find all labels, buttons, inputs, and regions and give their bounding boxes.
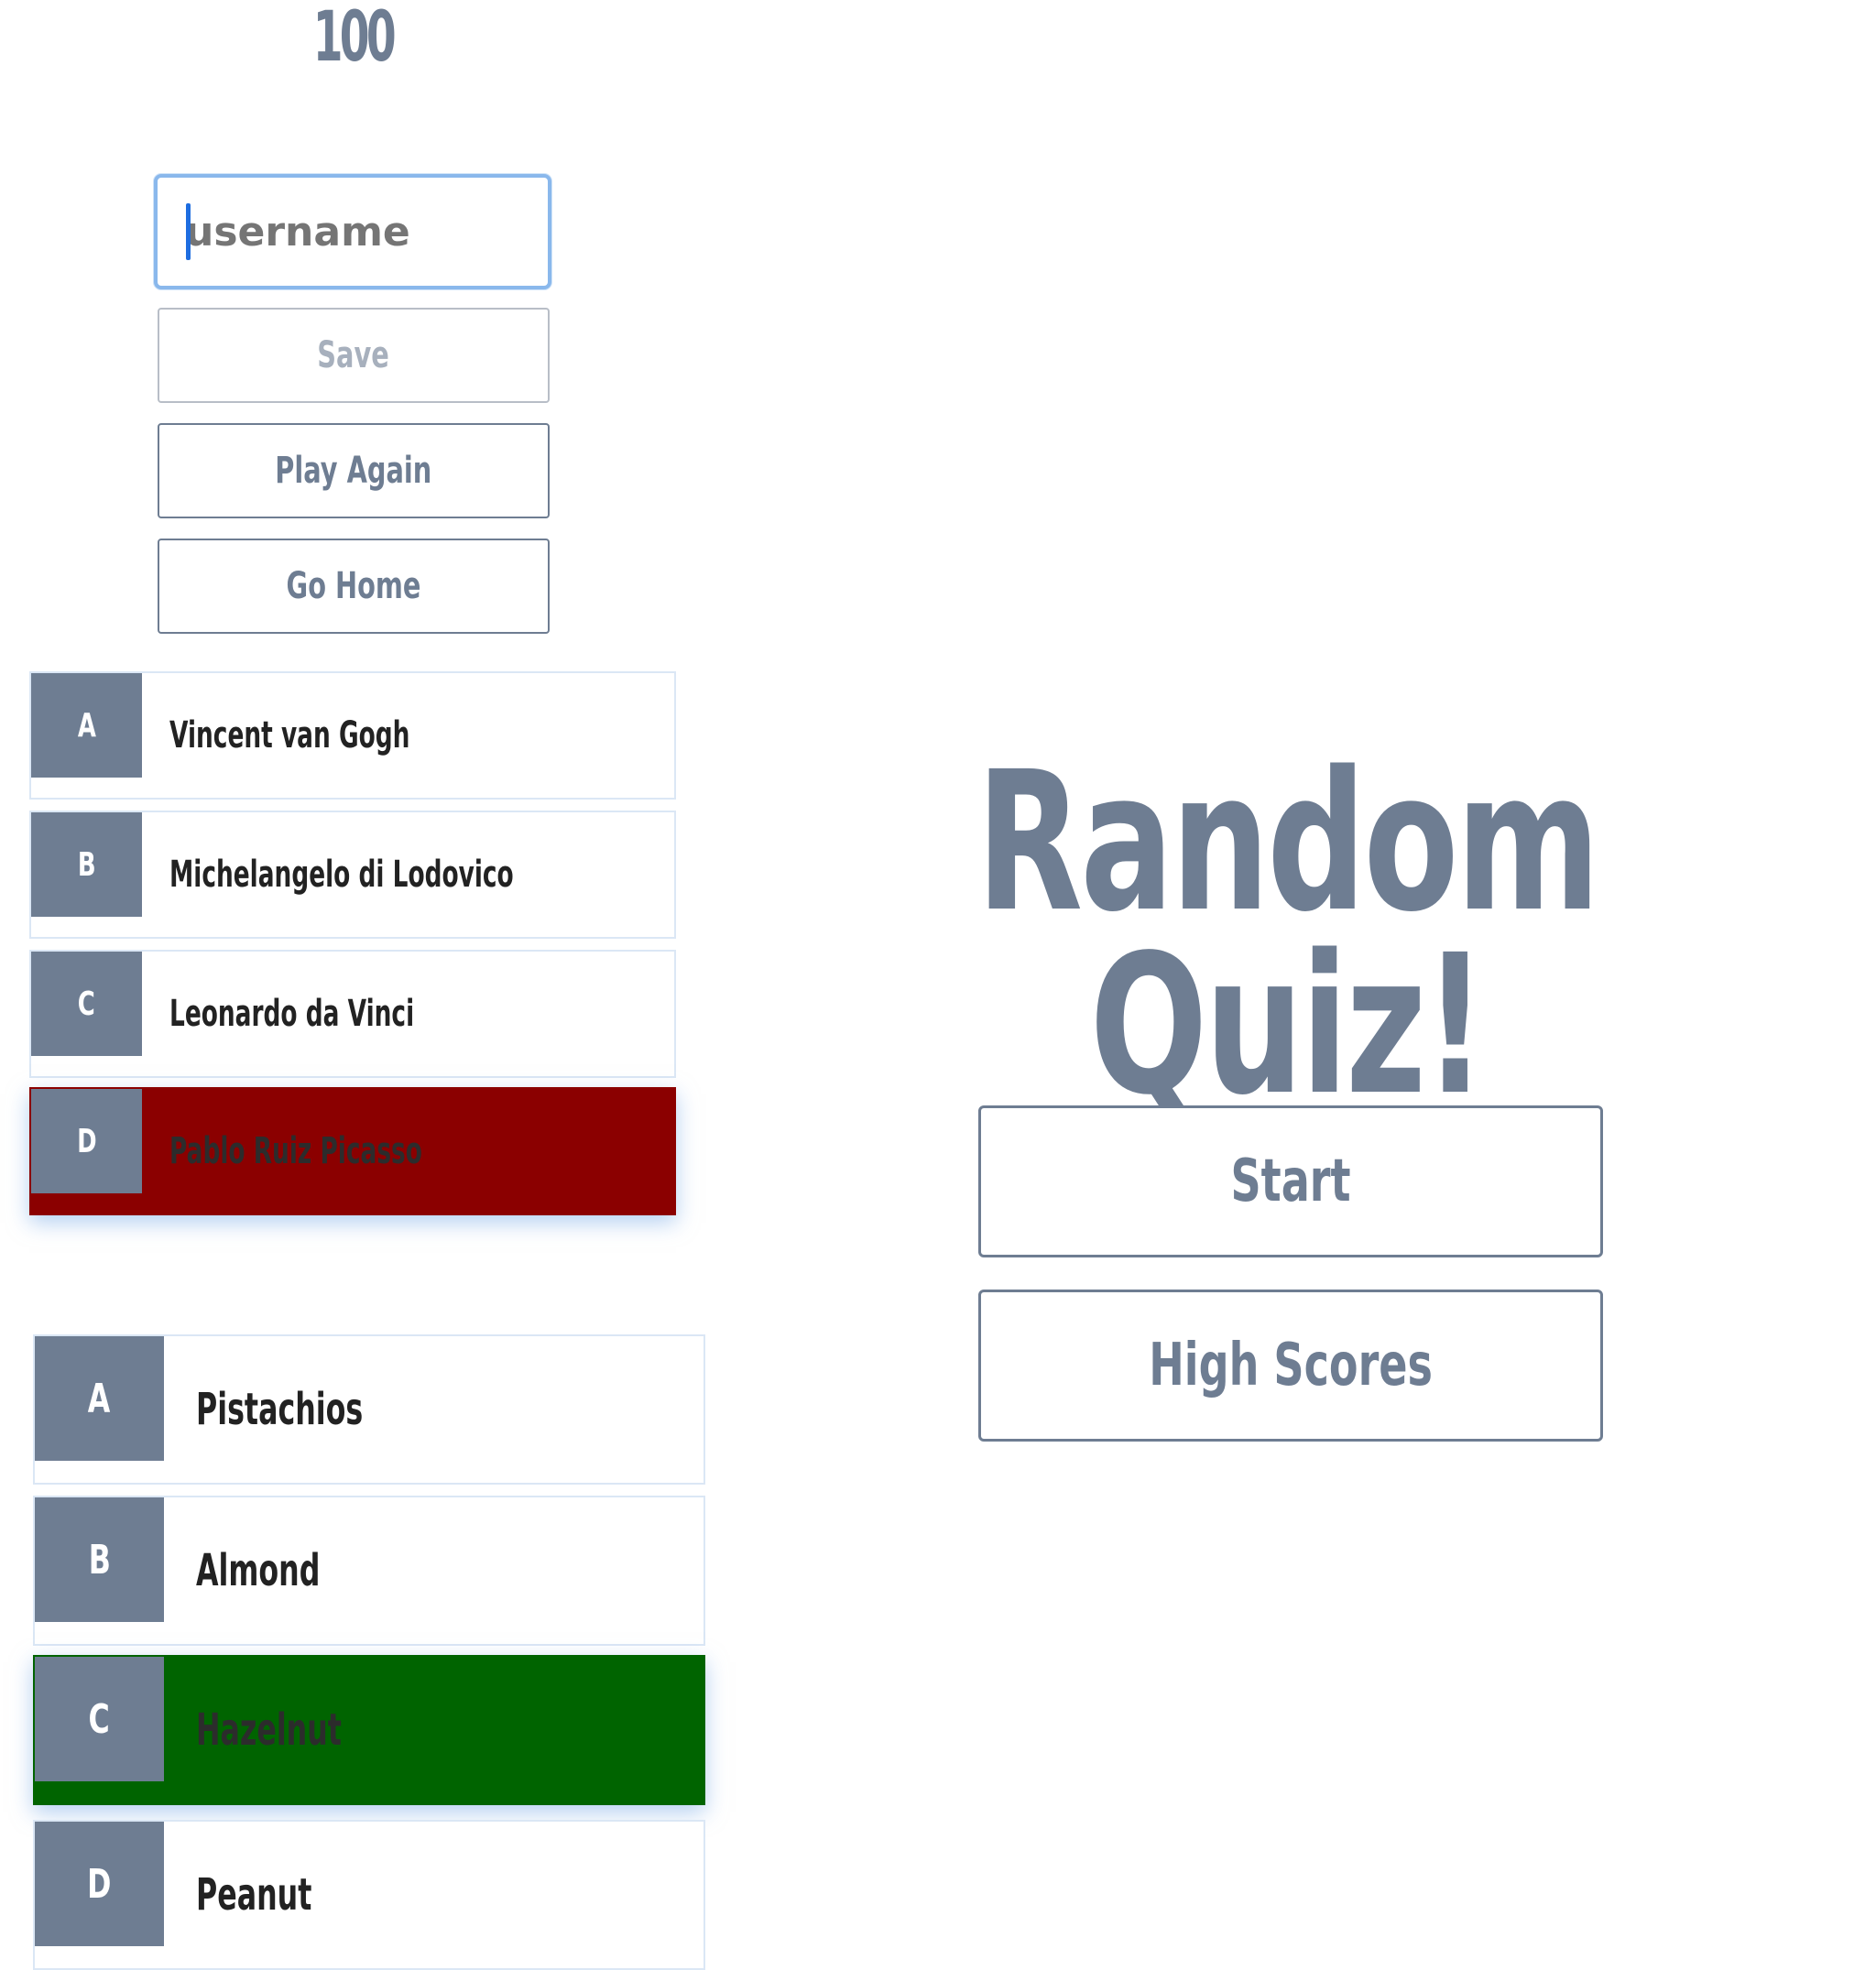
choice-text: Michelangelo di Lodovico — [169, 854, 514, 896]
play-again-button[interactable]: Play Again — [158, 423, 550, 518]
text-caret — [186, 203, 191, 260]
username-input[interactable] — [154, 174, 551, 289]
choice-prefix: A — [35, 1336, 164, 1461]
choice-a[interactable]: A Vincent van Gogh — [29, 671, 676, 800]
choice-b[interactable]: B Almond — [33, 1496, 705, 1646]
choice-text: Pistachios — [196, 1384, 364, 1435]
choice-text: Leonardo da Vinci — [169, 993, 415, 1035]
choice-prefix: C — [31, 952, 142, 1056]
choice-prefix: D — [35, 1822, 164, 1946]
choice-prefix: A — [31, 673, 142, 778]
choice-prefix: D — [31, 1089, 142, 1193]
high-scores-button[interactable]: High Scores — [978, 1290, 1603, 1442]
choice-text: Peanut — [196, 1869, 312, 1921]
choice-text: Almond — [196, 1545, 321, 1596]
choice-d-incorrect[interactable]: D Pablo Ruiz Picasso — [29, 1087, 676, 1215]
choice-c-correct[interactable]: C Hazelnut — [33, 1655, 705, 1805]
choice-text: Vincent van Gogh — [169, 714, 410, 756]
choice-prefix: B — [31, 812, 142, 917]
choice-b[interactable]: B Michelangelo di Lodovico — [29, 811, 676, 939]
app-title: Random Quiz! — [976, 730, 1600, 1137]
choice-text: Hazelnut — [196, 1704, 342, 1756]
choice-d[interactable]: D Peanut — [33, 1820, 705, 1970]
go-home-button[interactable]: Go Home — [158, 539, 550, 634]
save-button[interactable]: Save — [158, 308, 550, 403]
choice-prefix: C — [35, 1657, 164, 1781]
final-score: 100 — [312, 0, 396, 77]
choice-prefix: B — [35, 1497, 164, 1622]
start-button[interactable]: Start — [978, 1105, 1603, 1257]
choice-c[interactable]: C Leonardo da Vinci — [29, 950, 676, 1078]
choice-text: Pablo Ruiz Picasso — [169, 1130, 422, 1172]
choice-a[interactable]: A Pistachios — [33, 1334, 705, 1485]
